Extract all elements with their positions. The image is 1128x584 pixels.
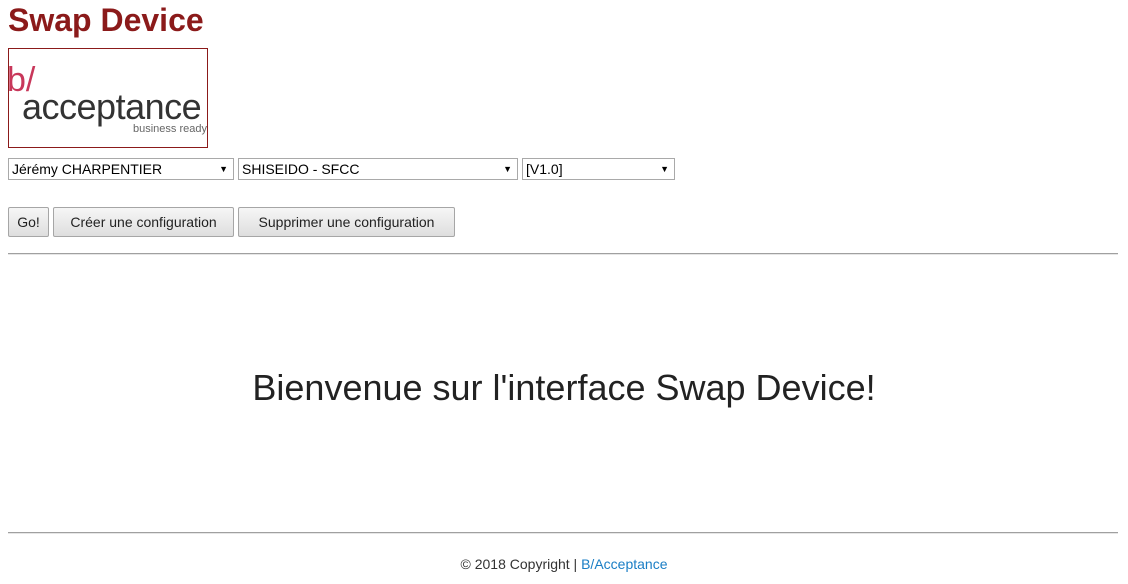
logo-wordmark: acceptance <box>22 86 201 127</box>
logo: b/ acceptance business ready <box>8 48 208 148</box>
user-select[interactable]: Jérémy CHARPENTIER ▼ <box>8 158 234 180</box>
version-select-value: [V1.0] <box>526 161 563 177</box>
page-title: Swap Device <box>8 2 204 38</box>
acceptance-logo-graphic: b/ acceptance business ready <box>9 61 207 135</box>
logo-tagline: business ready <box>133 123 207 135</box>
create-configuration-button[interactable]: Créer une configuration <box>53 207 234 237</box>
user-select-value: Jérémy CHARPENTIER <box>12 161 163 177</box>
divider-bottom <box>8 532 1118 534</box>
client-select[interactable]: SHISEIDO - SFCC ▼ <box>238 158 518 180</box>
b-acceptance-link[interactable]: B/Acceptance <box>581 556 667 572</box>
client-select-value: SHISEIDO - SFCC <box>242 161 360 177</box>
welcome-message: Bienvenue sur l'interface Swap Device! <box>252 367 876 408</box>
divider-top <box>8 253 1118 255</box>
copyright-text: © 2018 Copyright | <box>460 556 582 572</box>
footer: © 2018 Copyright | B/Acceptance <box>0 554 1128 574</box>
version-select[interactable]: [V1.0] ▼ <box>522 158 675 180</box>
chevron-down-icon: ▼ <box>503 164 512 174</box>
page: Swap Device b/ acceptance business ready… <box>0 0 1128 584</box>
chevron-down-icon: ▼ <box>660 164 669 174</box>
chevron-down-icon: ▼ <box>219 164 228 174</box>
delete-configuration-button[interactable]: Supprimer une configuration <box>238 207 455 237</box>
go-button[interactable]: Go! <box>8 207 49 237</box>
